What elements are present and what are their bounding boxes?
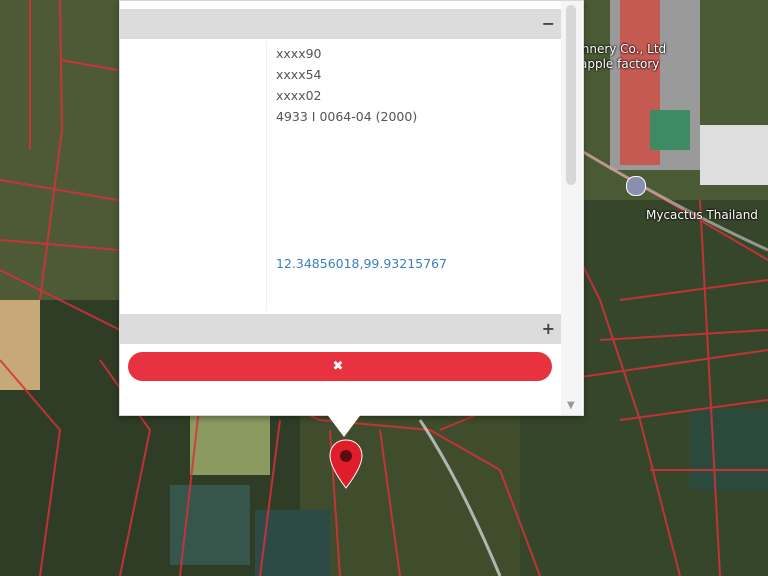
field-row	[120, 190, 561, 211]
section-header-land-office[interactable]: +	[120, 314, 561, 344]
popup-scrollbar[interactable]: ▼	[561, 1, 582, 415]
field-row: xxxx54	[120, 64, 561, 85]
popup-pointer	[326, 413, 362, 437]
field-row	[120, 211, 561, 232]
section-header-land-info[interactable]: −	[120, 9, 561, 39]
close-icon: ✖	[332, 359, 344, 374]
plus-icon[interactable]: +	[542, 314, 555, 344]
coordinates-link[interactable]: 12.34856018,99.93215767	[276, 253, 447, 274]
minus-icon[interactable]: −	[542, 9, 555, 39]
map-pin-icon[interactable]	[328, 438, 364, 490]
field-row	[120, 169, 561, 190]
field-value: xxxx90	[276, 46, 322, 61]
scrollbar-thumb[interactable]	[566, 5, 576, 185]
field-row	[120, 232, 561, 253]
field-value: xxxx02	[276, 88, 322, 103]
field-row: 4933 I 0064-04 (2000)	[120, 106, 561, 127]
map-label-mycactus: Mycactus Thailand	[646, 208, 758, 222]
map-label-apple-factory: apple factory	[580, 57, 660, 71]
field-row: xxxx90	[120, 43, 561, 64]
field-value: 4933 I 0064-04 (2000)	[276, 109, 418, 124]
scroll-down-icon[interactable]: ▼	[567, 400, 575, 411]
field-row	[120, 127, 561, 148]
popup-content: − xxxx90 xxxx54 xxxx02 4933 I 0064-04 (2…	[120, 1, 561, 415]
land-info-popup: − xxxx90 xxxx54 xxxx02 4933 I 0064-04 (2…	[119, 0, 584, 416]
field-row: xxxx02	[120, 85, 561, 106]
field-row	[120, 148, 561, 169]
field-row	[120, 295, 561, 316]
field-row	[120, 274, 561, 295]
field-row: 12.34856018,99.93215767	[120, 253, 561, 274]
place-marker-icon[interactable]	[626, 176, 646, 196]
close-window-button[interactable]: ✖	[128, 352, 552, 381]
field-value: xxxx54	[276, 67, 322, 82]
